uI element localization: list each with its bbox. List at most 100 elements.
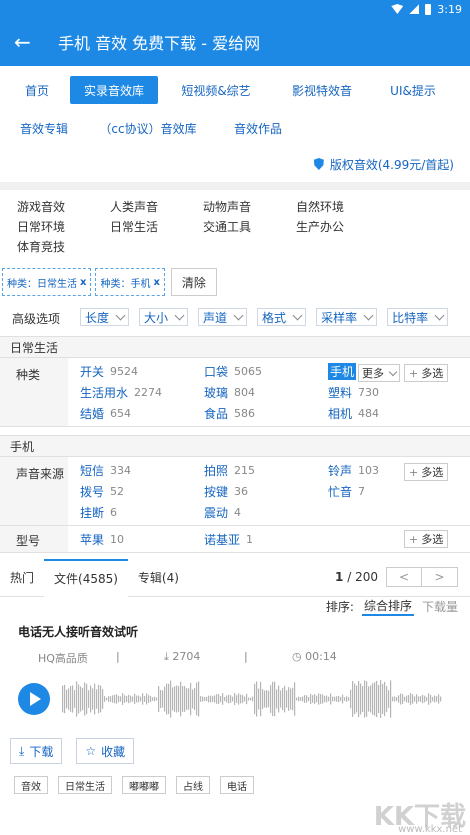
- copyright-link[interactable]: 版权音效(4.99元/首起): [0, 152, 470, 174]
- waveform-bar: [236, 695, 238, 703]
- waveform-bar: [414, 696, 416, 702]
- waveform-bar: [302, 696, 304, 702]
- waveform-bar: [436, 696, 438, 702]
- waveform-bar: [262, 689, 264, 709]
- waveform-bar: [66, 689, 68, 709]
- source-item[interactable]: 忙音 7: [328, 482, 408, 500]
- waveform-bar: [218, 694, 220, 704]
- model-item[interactable]: 诺基亚 1: [204, 530, 328, 548]
- waveform[interactable]: [62, 674, 442, 724]
- category-item[interactable]: 日常生活: [110, 218, 203, 236]
- tag-item[interactable]: 电话: [220, 776, 254, 794]
- samplerate-select[interactable]: 采样率: [316, 308, 378, 326]
- source-item[interactable]: 挂断 6: [80, 503, 204, 521]
- remove-icon[interactable]: x: [153, 277, 159, 288]
- kind-item[interactable]: 开关 9524: [80, 362, 204, 380]
- remove-icon[interactable]: x: [80, 277, 86, 288]
- waveform-bar: [182, 686, 184, 712]
- waveform-bar: [252, 696, 254, 702]
- tab-ui-prompts[interactable]: UI&提示: [378, 76, 448, 104]
- source-count: 215: [234, 463, 256, 477]
- tab-film-effects[interactable]: 影视特效音: [274, 76, 370, 104]
- tab-album[interactable]: 专辑(4): [128, 559, 189, 597]
- tab-recorded-library[interactable]: 实录音效库: [70, 76, 158, 104]
- category-item[interactable]: 动物声音: [203, 198, 296, 216]
- sort-comprehensive[interactable]: 综合排序: [361, 597, 414, 616]
- category-item[interactable]: 日常环境: [17, 218, 110, 236]
- tab-short-video[interactable]: 短视频&综艺: [166, 76, 266, 104]
- favorite-button[interactable]: ☆ 收藏: [76, 738, 135, 764]
- source-item[interactable]: 震动 4: [204, 503, 328, 521]
- select-label: 采样率: [321, 310, 358, 325]
- more-dropdown[interactable]: 更多: [358, 364, 400, 382]
- format-select[interactable]: 格式: [257, 308, 307, 326]
- waveform-bar: [158, 686, 160, 712]
- kind-item[interactable]: 相机 484: [328, 404, 408, 422]
- size-select[interactable]: 大小: [139, 308, 189, 326]
- tag-item[interactable]: 嘟嘟嘟: [122, 776, 166, 794]
- source-item[interactable]: 短信 334: [80, 461, 204, 479]
- source-item[interactable]: 拨号 52: [80, 482, 204, 500]
- kind-item[interactable]: 生活用水 2274: [80, 383, 204, 401]
- category-item[interactable]: 游戏音效: [17, 198, 110, 216]
- next-page-button[interactable]: >: [422, 567, 458, 587]
- waveform-bar: [114, 694, 116, 704]
- waveform-bar: [382, 684, 384, 714]
- source-item[interactable]: 拍照 215: [204, 461, 328, 479]
- clear-filters-button[interactable]: 清除: [170, 268, 217, 296]
- sort-downloads[interactable]: 下载量: [422, 598, 458, 615]
- waveform-bar: [286, 690, 288, 708]
- tab-files[interactable]: 文件(4585): [44, 558, 128, 597]
- channel-select[interactable]: 声道: [198, 308, 248, 326]
- source-item[interactable]: 铃声 103: [328, 461, 408, 479]
- tab-home[interactable]: 首页: [12, 76, 62, 104]
- tab-works[interactable]: 音效作品: [220, 114, 296, 142]
- model-item[interactable]: 苹果 10: [80, 530, 204, 548]
- page-total: / 200: [347, 570, 378, 584]
- category-item[interactable]: 自然环境: [296, 198, 389, 216]
- waveform-bar: [122, 693, 124, 705]
- download-icon: ⤓: [19, 743, 25, 758]
- kind-item[interactable]: 口袋 5065: [204, 362, 328, 380]
- kind-item[interactable]: 玻璃 804: [204, 383, 328, 401]
- waveform-bar: [292, 687, 294, 711]
- kind-item[interactable]: 塑料 730: [328, 383, 408, 401]
- waveform-bar: [308, 696, 310, 702]
- download-button[interactable]: ⤓ 下载: [10, 738, 63, 764]
- category-item[interactable]: 交通工具: [203, 218, 296, 236]
- length-select[interactable]: 长度: [80, 308, 130, 326]
- waveform-bar: [332, 696, 334, 702]
- waveform-bar: [430, 694, 432, 704]
- filter-chip-phone[interactable]: 种类：手机 x: [95, 268, 165, 296]
- waveform-bar: [62, 685, 64, 713]
- multi-select-button[interactable]: + 多选: [404, 530, 449, 548]
- bitrate-select[interactable]: 比特率: [387, 308, 449, 326]
- track-title[interactable]: 电话无人接听音效试听: [18, 623, 470, 640]
- kind-item[interactable]: 食品 586: [204, 404, 328, 422]
- waveform-bar: [364, 680, 366, 718]
- play-button[interactable]: [18, 683, 50, 715]
- waveform-bar: [352, 681, 354, 717]
- source-item[interactable]: 按键 36: [204, 482, 328, 500]
- waveform-bar: [84, 682, 86, 716]
- download-count-value: 2704: [172, 650, 201, 663]
- kind-item[interactable]: 结婚 654: [80, 404, 204, 422]
- tag-item[interactable]: 日常生活: [58, 776, 112, 794]
- tab-cc-library[interactable]: （cc协议）音效库: [84, 114, 212, 142]
- multi-select-button[interactable]: + 多选: [404, 364, 449, 382]
- tag-item[interactable]: 占线: [176, 776, 210, 794]
- tab-hot[interactable]: 热门: [0, 559, 44, 597]
- tag-item[interactable]: 音效: [14, 776, 48, 794]
- category-item[interactable]: 生产办公: [296, 218, 389, 236]
- category-item[interactable]: 人类声音: [110, 198, 203, 216]
- tab-albums[interactable]: 音效专辑: [12, 114, 76, 142]
- kind-count: 5065: [234, 364, 263, 378]
- back-arrow-icon[interactable]: ←: [14, 30, 40, 54]
- filter-chip-daily-life[interactable]: 种类：日常生活 x: [2, 268, 92, 296]
- multi-select-button[interactable]: + 多选: [404, 463, 449, 481]
- category-item[interactable]: 体育竞技: [17, 238, 110, 256]
- prev-page-button[interactable]: <: [386, 567, 422, 587]
- waveform-bar: [318, 693, 320, 705]
- source-count: 52: [110, 484, 125, 498]
- waveform-bar: [234, 693, 236, 705]
